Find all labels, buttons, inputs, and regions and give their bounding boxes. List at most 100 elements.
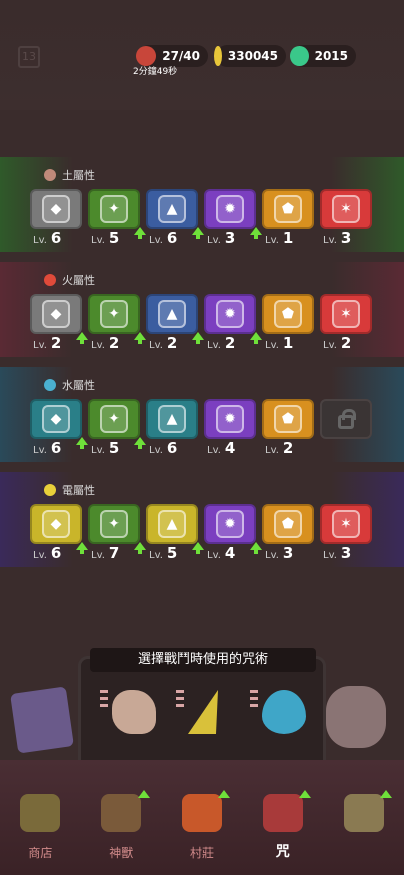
spell-card[interactable]: ▲ Lv. 2 <box>146 294 204 352</box>
nav-item-label: 商店 <box>28 846 53 860</box>
spell-level-value: 3 <box>224 229 236 247</box>
upgrade-arrow-icon <box>134 332 146 344</box>
spell-level: Lv. 2 <box>207 334 235 352</box>
spell-level-value: 7 <box>108 544 120 562</box>
nav-item-label: 神獸 <box>109 846 134 860</box>
upgrade-arrow-icon <box>76 332 88 344</box>
player-level-badge[interactable]: 13 <box>18 46 40 68</box>
spell-card-face: ◆ <box>30 399 82 439</box>
spell-level-prefix: Lv. <box>33 235 47 246</box>
spell-card-face: ▲ <box>146 294 198 334</box>
spell-card[interactable]: ▲ Lv. 6 <box>146 399 198 457</box>
gem-icon <box>290 46 309 66</box>
spell-level-value: 6 <box>166 229 178 247</box>
nav-item-shop[interactable]: 商店 <box>0 790 81 875</box>
spell-level: Lv. 7 <box>91 544 119 562</box>
element-icon <box>44 484 56 496</box>
upgrade-arrow-icon <box>192 332 204 344</box>
spell-card[interactable]: ◆ Lv. 6 <box>30 504 88 562</box>
spell-level: Lv. 5 <box>149 544 177 562</box>
gold-counter[interactable]: 330045 <box>214 45 286 67</box>
spell-card[interactable]: ✹ Lv. 4 <box>204 504 262 562</box>
gold-icon <box>214 46 222 66</box>
spell-card[interactable]: ◆ Lv. 2 <box>30 294 88 352</box>
spell-card-face: ✶ <box>320 294 372 334</box>
spell-card[interactable]: ✦ Lv. 2 <box>88 294 146 352</box>
spell-level-prefix: Lv. <box>91 235 105 246</box>
rock-spell-icon[interactable] <box>112 690 156 734</box>
spell-level-value: 2 <box>50 334 62 352</box>
spell-card[interactable]: ✦ Lv. 5 <box>88 399 146 457</box>
spell-emblem-icon: ▲ <box>158 300 186 328</box>
spell-card[interactable]: ⬟ Lv. 3 <box>262 504 314 562</box>
spell-card[interactable]: ✹ Lv. 4 <box>204 399 256 457</box>
spell-level-prefix: Lv. <box>207 445 221 456</box>
spell-card[interactable]: ▲ Lv. 6 <box>146 189 204 247</box>
spell-level: Lv. 3 <box>323 544 351 562</box>
spell-card[interactable]: ⬟ Lv. 2 <box>262 399 314 457</box>
spell-card-row: ◆ Lv. 2 ✦ Lv. 2 ▲ Lv. 2 ✹ Lv. 2 ⬟ Lv. 1 ✶ Lv. 2 <box>30 294 372 352</box>
spell-card[interactable]: ▲ Lv. 5 <box>146 504 204 562</box>
upgrade-arrow-icon <box>299 790 312 798</box>
spell-level: Lv. 6 <box>149 229 177 247</box>
spell-card-row: ◆ Lv. 6 ✦ Lv. 7 ▲ Lv. 5 ✹ Lv. 4 ⬟ Lv. 3 ✶ Lv. 3 <box>30 504 372 562</box>
section-title: 土屬性 <box>44 167 95 183</box>
spell-card[interactable]: ◆ Lv. 6 <box>30 189 82 247</box>
spell-level-prefix: Lv. <box>323 235 337 246</box>
spell-card[interactable]: ✹ Lv. 2 <box>204 294 262 352</box>
upgrade-arrow-icon <box>192 227 204 239</box>
gem-counter[interactable]: 2015 <box>290 45 356 67</box>
spell-emblem-icon: ✹ <box>216 510 244 538</box>
spell-level-prefix: Lv. <box>323 550 337 561</box>
water-spell-icon[interactable] <box>262 690 306 734</box>
spell-card[interactable]: ⬟ Lv. 1 <box>262 294 314 352</box>
upgrade-arrow-icon <box>134 437 146 449</box>
spell-card[interactable]: ✦ Lv. 7 <box>88 504 146 562</box>
spell-level-value: 1 <box>282 229 294 247</box>
spell-level-prefix: Lv. <box>323 340 337 351</box>
spell-card[interactable]: ✶ Lv. 3 <box>320 504 372 562</box>
spell-card-face: ⬟ <box>262 399 314 439</box>
nav-item-beast[interactable]: 神獸 <box>81 790 162 875</box>
spell-emblem-icon: ✹ <box>216 405 244 433</box>
spell-level: Lv. 2 <box>91 334 119 352</box>
spell-level-prefix: Lv. <box>149 340 163 351</box>
locked-spell-card[interactable] <box>320 399 372 457</box>
spell-icon <box>262 794 303 832</box>
section-title-label: 土屬性 <box>62 169 95 182</box>
nav-item-map[interactable] <box>323 790 404 875</box>
top-hud: 13 27/40 2分鐘49秒 330045 2015 <box>0 0 404 110</box>
upgrade-arrow-icon <box>137 790 150 798</box>
nav-item-spell[interactable]: 咒 <box>242 790 323 875</box>
spell-card-face: ◆ <box>30 294 82 334</box>
spell-card[interactable]: ✦ Lv. 5 <box>88 189 146 247</box>
spell-level-prefix: Lv. <box>265 445 279 456</box>
spell-card[interactable]: ✹ Lv. 3 <box>204 189 262 247</box>
spell-level: Lv. 1 <box>265 334 293 352</box>
spell-pips-3 <box>250 690 258 707</box>
lightning-spell-icon[interactable] <box>187 690 233 734</box>
spell-level: Lv. 2 <box>149 334 177 352</box>
energy-value: 27/40 <box>162 49 200 63</box>
spell-level-value: 1 <box>282 334 294 352</box>
spell-level-prefix: Lv. <box>207 550 221 561</box>
element-icon <box>44 274 56 286</box>
spell-level: Lv. 3 <box>207 229 235 247</box>
spell-card[interactable]: ⬟ Lv. 1 <box>262 189 314 247</box>
spell-card[interactable]: ✶ Lv. 2 <box>320 294 372 352</box>
spell-panel-title: 選擇戰鬥時使用的咒術 <box>90 648 316 672</box>
spell-emblem-icon: ✶ <box>332 300 360 328</box>
spell-card[interactable]: ✶ Lv. 3 <box>320 189 372 247</box>
spell-emblem-icon: ✹ <box>216 300 244 328</box>
spell-level-prefix: Lv. <box>207 235 221 246</box>
nav-item-village[interactable]: 村莊 <box>162 790 243 875</box>
spell-emblem-icon: ✶ <box>332 195 360 223</box>
spell-emblem-icon: ▲ <box>158 195 186 223</box>
spell-card[interactable]: ◆ Lv. 6 <box>30 399 88 457</box>
map-icon <box>343 794 384 832</box>
spell-level-value: 2 <box>340 334 352 352</box>
spell-card-face: ✦ <box>88 294 140 334</box>
spell-emblem-icon: ▲ <box>158 510 186 538</box>
section-title-label: 電屬性 <box>62 484 95 497</box>
spell-level-value: 5 <box>108 229 120 247</box>
